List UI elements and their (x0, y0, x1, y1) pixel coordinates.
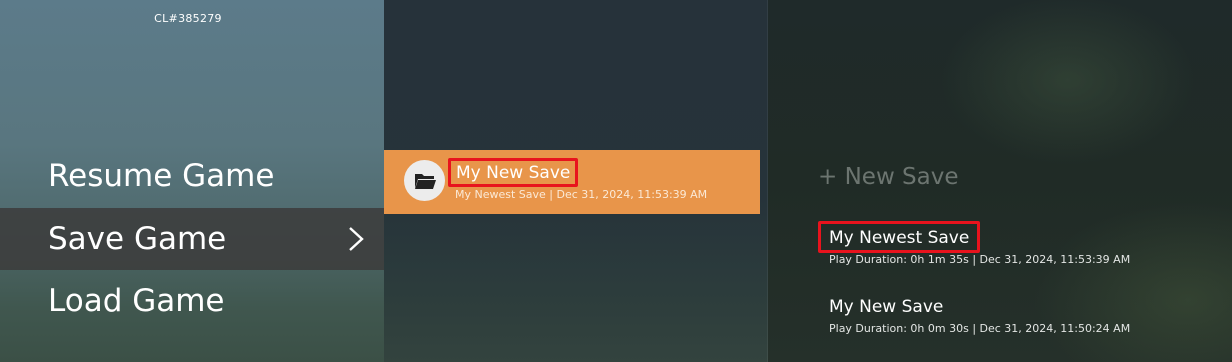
save-entry-detail: Play Duration: 0h 1m 35s | Dec 31, 2024,… (829, 253, 1131, 266)
menu-item-label: Resume Game (48, 158, 275, 194)
menu-item-label: Save Game (48, 221, 227, 257)
save-entry-title: My New Save (829, 297, 944, 317)
load-game-menu-item[interactable]: Load Game (0, 270, 384, 332)
save-slot-subtitle: My Newest Save | Dec 31, 2024, 11:53:39 … (455, 188, 708, 201)
selected-save-slot[interactable]: My New Save My Newest Save | Dec 31, 202… (384, 150, 760, 214)
resume-game-menu-item[interactable]: Resume Game (0, 145, 384, 207)
save-entry[interactable]: My New Save Play Duration: 0h 0m 30s | D… (818, 290, 1130, 335)
folder-icon (404, 160, 445, 201)
new-save-button[interactable]: + New Save (818, 164, 959, 190)
chevron-right-icon (349, 227, 364, 251)
panel-divider (767, 0, 768, 362)
build-number-label: CL#385279 (154, 12, 222, 25)
save-game-menu-item[interactable]: Save Game (0, 208, 384, 270)
save-entry[interactable]: My Newest Save Play Duration: 0h 1m 35s … (818, 221, 1130, 266)
save-slot-title: My New Save (448, 158, 579, 187)
menu-item-label: Load Game (48, 283, 225, 319)
save-entry-detail: Play Duration: 0h 0m 30s | Dec 31, 2024,… (829, 322, 1131, 335)
save-entry-title: My Newest Save (818, 221, 981, 253)
